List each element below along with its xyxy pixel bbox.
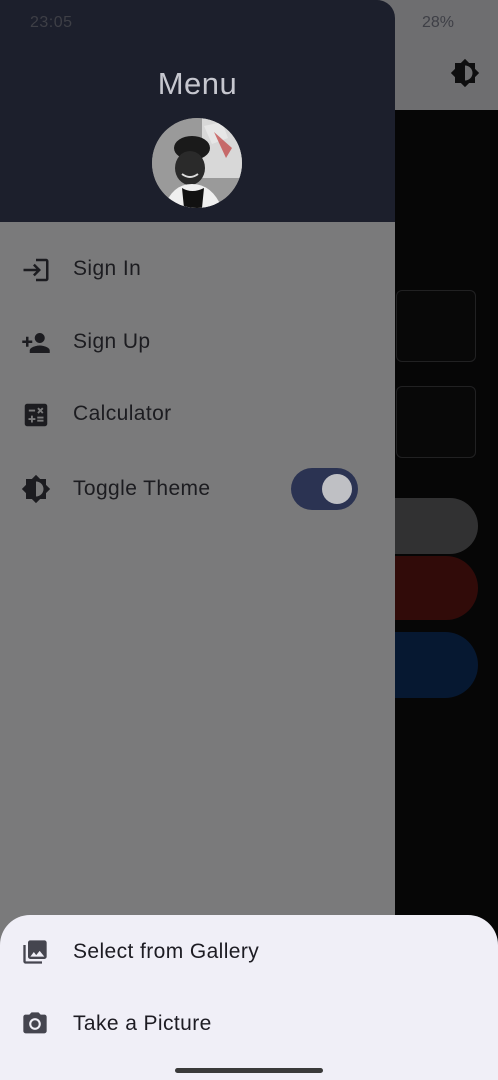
menu-item-label: Sign In [73, 257, 142, 280]
option-label: Take a Picture [73, 1012, 212, 1035]
option-label: Select from Gallery [73, 940, 260, 963]
camera-icon [23, 1012, 47, 1034]
gallery-icon [23, 940, 47, 964]
status-time: 23:05 [30, 14, 73, 31]
status-battery: 28% [422, 14, 454, 32]
login-icon [23, 258, 49, 282]
gesture-nav-handle[interactable] [175, 1068, 323, 1073]
avatar-photo [152, 118, 242, 208]
battery-percent: 28% [421, 14, 454, 31]
toggle-thumb[interactable] [322, 474, 352, 504]
option-take-a-picture[interactable]: Take a Picture [0, 987, 498, 1059]
menu-item-calculator[interactable]: Calculator [0, 383, 395, 447]
status-bar: 23:05 [0, 0, 395, 44]
menu-item-label: Calculator [73, 402, 172, 425]
menu-item-sign-up[interactable]: Sign Up [0, 311, 395, 375]
menu-item-label: Toggle Theme [73, 477, 211, 500]
menu-item-toggle-theme[interactable]: Toggle Theme [0, 454, 395, 524]
calculate-icon [24, 403, 48, 427]
avatar[interactable] [152, 118, 242, 208]
brightness-icon [21, 474, 51, 504]
theme-toggle-switch[interactable] [291, 468, 358, 510]
menu-item-label: Sign Up [73, 330, 151, 353]
menu-item-sign-in[interactable]: Sign In [0, 238, 395, 302]
person-add-icon [22, 333, 50, 353]
option-select-from-gallery[interactable]: Select from Gallery [0, 915, 498, 987]
image-source-bottom-sheet: Select from Gallery Take a Picture [0, 915, 498, 1080]
drawer-title: Menu [157, 66, 238, 101]
